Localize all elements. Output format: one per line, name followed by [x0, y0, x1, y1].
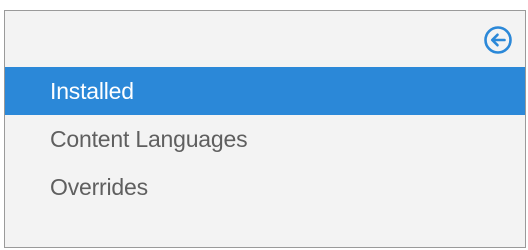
navigation-menu: Installed Content Languages Overrides — [5, 67, 525, 211]
back-arrow-circle-icon — [483, 25, 513, 55]
menu-item-overrides[interactable]: Overrides — [5, 163, 525, 211]
menu-item-label: Installed — [50, 78, 134, 104]
menu-item-installed[interactable]: Installed — [5, 67, 525, 115]
menu-item-label: Overrides — [50, 174, 148, 200]
back-button[interactable] — [483, 25, 513, 55]
settings-panel: Installed Content Languages Overrides — [4, 10, 526, 248]
menu-item-label: Content Languages — [50, 126, 248, 152]
menu-item-content-languages[interactable]: Content Languages — [5, 115, 525, 163]
